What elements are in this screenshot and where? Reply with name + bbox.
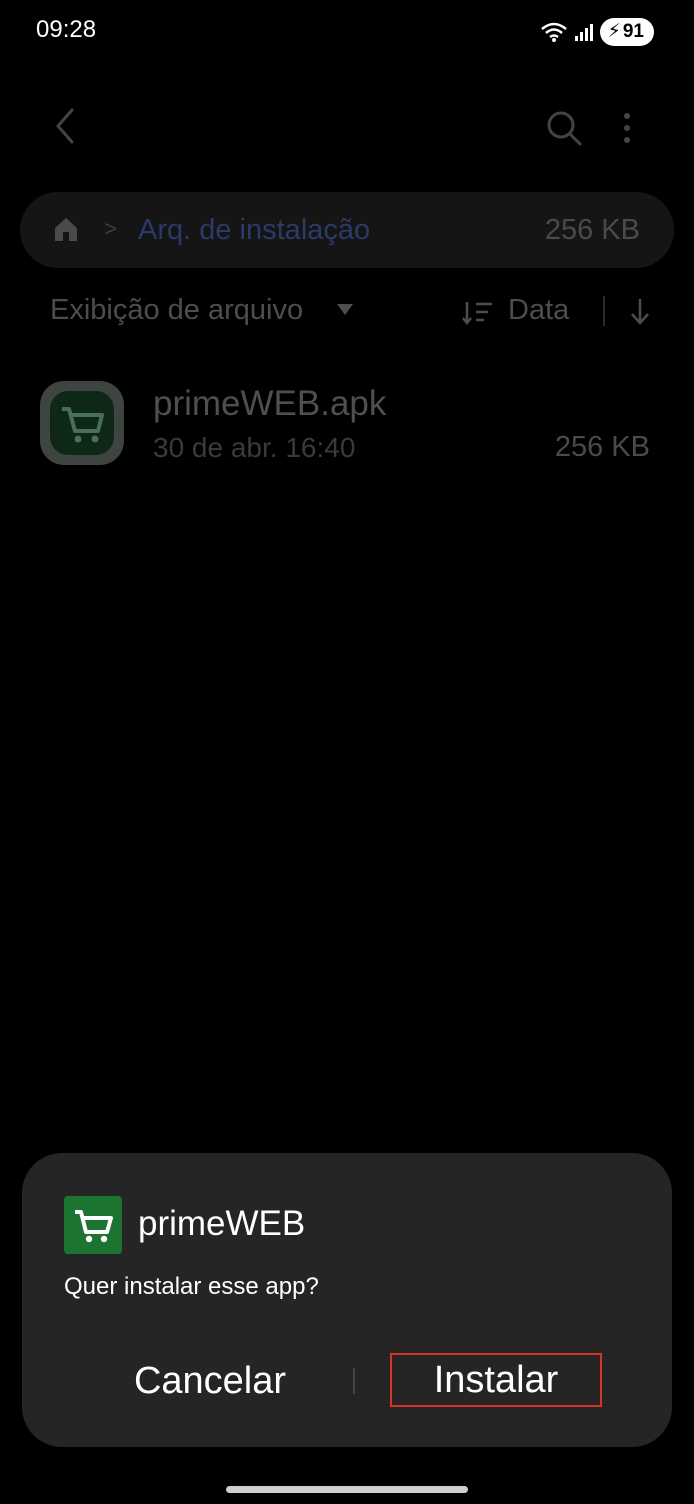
sort-divider — [603, 296, 605, 326]
more-options-icon[interactable] — [612, 108, 642, 148]
battery-bolt-icon: ⚡ — [607, 21, 621, 42]
file-size: 256 KB — [554, 431, 650, 463]
button-divider — [353, 1368, 355, 1394]
status-time: 09:28 — [36, 16, 97, 43]
home-icon[interactable] — [52, 215, 80, 243]
battery-indicator: ⚡ 91 — [599, 18, 654, 46]
sort-label[interactable]: Data — [508, 294, 569, 327]
status-icons: ⚡ 91 — [540, 18, 654, 46]
dialog-message: Quer instalar esse app? — [64, 1273, 319, 1300]
home-indicator[interactable] — [226, 1486, 468, 1493]
view-mode-label[interactable]: Exibição de arquivo — [50, 294, 303, 327]
dialog-app-name: primeWEB — [138, 1204, 306, 1243]
battery-level: 91 — [622, 21, 644, 42]
install-button[interactable]: Instalar — [390, 1353, 602, 1407]
cancel-button[interactable]: Cancelar — [118, 1355, 302, 1407]
file-name[interactable]: primeWEB.apk — [153, 384, 386, 424]
breadcrumb-separator: > — [104, 216, 117, 241]
file-date: 30 de abr. 16:40 — [153, 432, 356, 463]
folder-size: 256 KB — [544, 214, 640, 246]
arrow-down-icon[interactable] — [628, 296, 652, 326]
cart-icon — [62, 407, 104, 443]
back-arrow-icon[interactable] — [46, 104, 86, 148]
search-icon[interactable] — [544, 108, 584, 148]
sort-icon[interactable] — [462, 298, 494, 326]
wifi-icon — [540, 22, 567, 42]
breadcrumb-folder[interactable]: Arq. de instalação — [138, 214, 370, 247]
apk-file-icon[interactable] — [40, 381, 124, 465]
cart-icon — [75, 1210, 113, 1243]
signal-icon — [574, 24, 593, 41]
dropdown-caret-icon[interactable] — [336, 302, 354, 316]
app-icon — [64, 1196, 122, 1254]
